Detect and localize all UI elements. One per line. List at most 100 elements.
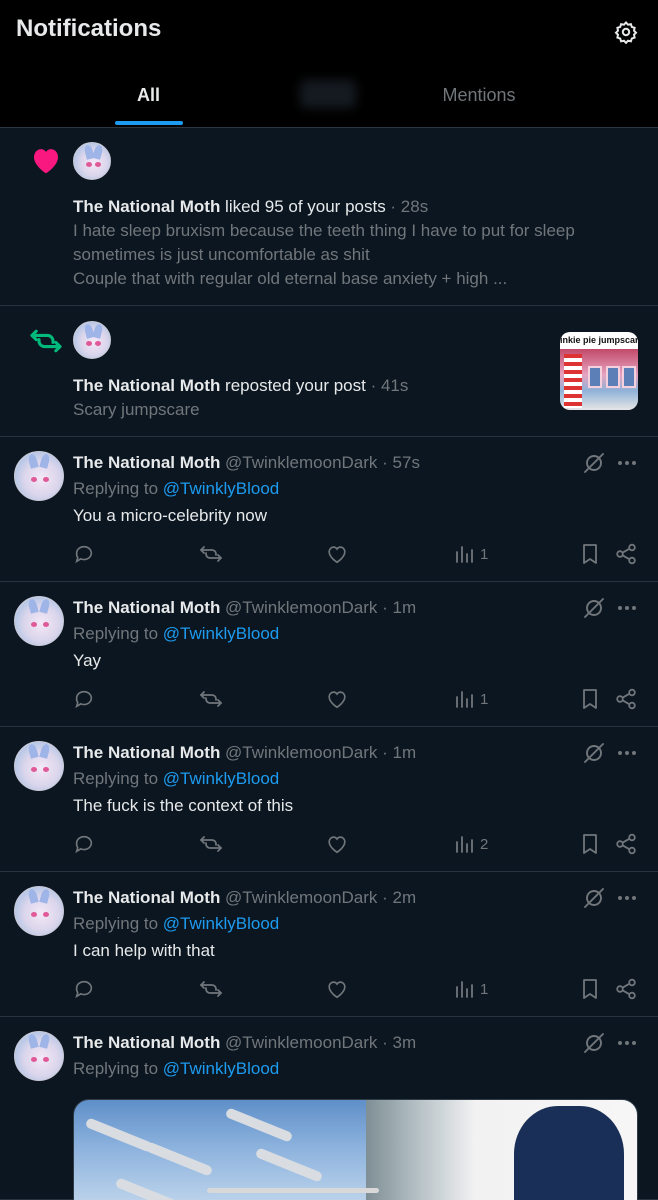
post-text: Yay xyxy=(73,651,102,670)
share-button[interactable] xyxy=(615,831,637,857)
timestamp: · 3m xyxy=(377,1033,417,1052)
reply-button[interactable] xyxy=(73,976,95,1002)
views-icon xyxy=(454,689,474,709)
share-button[interactable] xyxy=(615,976,637,1002)
avatar[interactable] xyxy=(14,741,64,791)
views-count: 1 xyxy=(480,980,489,998)
repost-button[interactable] xyxy=(199,541,223,567)
like-button[interactable] xyxy=(326,541,348,567)
share-button[interactable] xyxy=(615,541,637,567)
views-count: 1 xyxy=(480,690,489,708)
user-name[interactable]: The National Moth xyxy=(73,453,220,472)
user-name[interactable]: The National Moth xyxy=(73,743,220,762)
bookmark-button[interactable] xyxy=(580,541,600,567)
reply-post[interactable]: The National Moth @TwinklemoonDark · 1m … xyxy=(0,582,658,727)
user-handle[interactable]: @TwinklemoonDark xyxy=(220,598,377,617)
share-icon xyxy=(615,688,637,710)
user-handle[interactable]: @TwinklemoonDark xyxy=(220,888,377,907)
avatar[interactable] xyxy=(73,321,111,359)
avatar[interactable] xyxy=(14,596,64,646)
replying-to-link[interactable]: @TwinklyBlood xyxy=(163,769,279,788)
user-handle[interactable]: @TwinklemoonDark xyxy=(220,453,377,472)
grok-icon[interactable] xyxy=(582,1031,606,1055)
heart-outline-icon xyxy=(326,978,348,1000)
repost-icon xyxy=(199,833,223,855)
replying-label: Replying to xyxy=(73,624,163,643)
reply-icon xyxy=(73,688,95,710)
bookmark-button[interactable] xyxy=(580,686,600,712)
post-header: The National Moth @TwinklemoonDark · 1m xyxy=(73,596,416,620)
tab-mentions[interactable]: Mentions xyxy=(360,64,598,126)
avatar[interactable] xyxy=(14,886,64,936)
views-button[interactable]: 2 xyxy=(454,831,488,857)
grok-icon[interactable] xyxy=(582,596,606,620)
user-handle[interactable]: @TwinklemoonDark xyxy=(220,743,377,762)
post-text-line: sometimes is just uncomfortable as shit xyxy=(73,245,370,264)
user-name[interactable]: The National Moth xyxy=(73,197,220,216)
tab-obscured[interactable] xyxy=(300,80,356,108)
replying-to: Replying to @TwinklyBlood xyxy=(73,477,279,501)
share-icon xyxy=(615,543,637,565)
views-button[interactable]: 1 xyxy=(454,976,488,1002)
settings-button[interactable] xyxy=(610,16,642,48)
like-button[interactable] xyxy=(326,686,348,712)
views-button[interactable]: 1 xyxy=(454,686,488,712)
replying-to-link[interactable]: @TwinklyBlood xyxy=(163,1059,279,1078)
thumbnail-caption: inkie pie jumpscare xyxy=(560,335,638,345)
avatar[interactable] xyxy=(73,142,111,180)
share-icon xyxy=(615,978,637,1000)
reply-post[interactable]: The National Moth @TwinklemoonDark · 57s… xyxy=(0,437,658,582)
more-icon[interactable] xyxy=(615,1031,639,1055)
post-header: The National Moth @TwinklemoonDark · 1m xyxy=(73,741,416,765)
bookmark-button[interactable] xyxy=(580,831,600,857)
user-handle[interactable]: @TwinklemoonDark xyxy=(220,1033,377,1052)
post-thumbnail[interactable]: inkie pie jumpscare xyxy=(560,332,638,410)
post-media-image[interactable] xyxy=(73,1099,638,1200)
views-button[interactable]: 1 xyxy=(454,541,488,567)
timestamp: · 1m xyxy=(377,743,417,762)
home-indicator[interactable] xyxy=(207,1188,379,1193)
grok-icon[interactable] xyxy=(582,451,606,475)
post-header: The National Moth @TwinklemoonDark · 2m xyxy=(73,886,416,910)
avatar[interactable] xyxy=(14,1031,64,1081)
avatar[interactable] xyxy=(14,451,64,501)
reply-button[interactable] xyxy=(73,686,95,712)
user-name[interactable]: The National Moth xyxy=(73,888,220,907)
user-name[interactable]: The National Moth xyxy=(73,1033,220,1052)
heart-outline-icon xyxy=(326,688,348,710)
replying-to-link[interactable]: @TwinklyBlood xyxy=(163,479,279,498)
share-button[interactable] xyxy=(615,686,637,712)
share-icon xyxy=(615,833,637,855)
heart-outline-icon xyxy=(326,833,348,855)
more-icon[interactable] xyxy=(615,596,639,620)
replying-label: Replying to xyxy=(73,479,163,498)
reply-icon xyxy=(73,543,95,565)
more-icon[interactable] xyxy=(615,886,639,910)
like-button[interactable] xyxy=(326,831,348,857)
heart-icon xyxy=(28,142,64,178)
views-icon xyxy=(454,544,474,564)
like-notification[interactable]: The National Moth liked 95 of your posts… xyxy=(0,128,658,306)
repost-button[interactable] xyxy=(199,686,223,712)
user-name[interactable]: The National Moth xyxy=(73,376,220,395)
reply-icon xyxy=(73,833,95,855)
repost-button[interactable] xyxy=(199,831,223,857)
reply-button[interactable] xyxy=(73,831,95,857)
bookmark-icon xyxy=(580,688,600,710)
replying-to-link[interactable]: @TwinklyBlood xyxy=(163,624,279,643)
reply-post[interactable]: The National Moth @TwinklemoonDark · 1m … xyxy=(0,727,658,872)
views-count: 2 xyxy=(480,835,489,853)
repost-button[interactable] xyxy=(199,976,223,1002)
more-icon[interactable] xyxy=(615,741,639,765)
notification-summary: The National Moth liked 95 of your posts… xyxy=(73,195,428,219)
bookmark-button[interactable] xyxy=(580,976,600,1002)
more-icon[interactable] xyxy=(615,451,639,475)
replying-to-link[interactable]: @TwinklyBlood xyxy=(163,914,279,933)
tab-all[interactable]: All xyxy=(0,64,297,126)
user-name[interactable]: The National Moth xyxy=(73,598,220,617)
reply-post[interactable]: The National Moth @TwinklemoonDark · 2m … xyxy=(0,872,658,1017)
grok-icon[interactable] xyxy=(582,886,606,910)
reply-button[interactable] xyxy=(73,541,95,567)
grok-icon[interactable] xyxy=(582,741,606,765)
like-button[interactable] xyxy=(326,976,348,1002)
